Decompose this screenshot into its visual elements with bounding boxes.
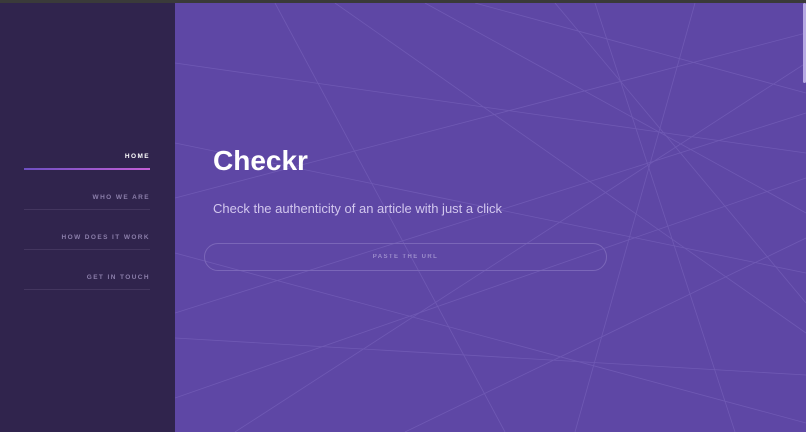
nav-item-home[interactable]: HOME bbox=[24, 153, 150, 193]
app-frame: HOME WHO WE ARE HOW DOES IT WORK GET IN … bbox=[0, 3, 806, 432]
nav-divider bbox=[24, 209, 150, 210]
url-input[interactable] bbox=[204, 243, 607, 271]
page-title: Checkr bbox=[213, 145, 308, 176]
nav-item-label: WHO WE ARE bbox=[92, 194, 150, 201]
nav-item-get-in-touch[interactable]: GET IN TOUCH bbox=[24, 274, 150, 314]
nav-active-underline bbox=[24, 168, 150, 170]
nav-item-how-does-it-work[interactable]: HOW DOES IT WORK bbox=[24, 234, 150, 274]
main-panel: Checkr Check the authenticity of an arti… bbox=[175, 3, 806, 432]
nav-item-label: HOW DOES IT WORK bbox=[61, 234, 150, 241]
nav-item-label: GET IN TOUCH bbox=[86, 274, 150, 281]
sidebar: HOME WHO WE ARE HOW DOES IT WORK GET IN … bbox=[0, 3, 175, 432]
nav-divider bbox=[24, 289, 150, 290]
scrollbar[interactable] bbox=[802, 3, 806, 432]
nav-item-who-we-are[interactable]: WHO WE ARE bbox=[24, 194, 150, 234]
nav-divider bbox=[24, 249, 150, 250]
tagline: Check the authenticity of an article wit… bbox=[213, 201, 503, 216]
background-line-pattern bbox=[175, 3, 806, 432]
nav-item-label: HOME bbox=[124, 153, 150, 160]
